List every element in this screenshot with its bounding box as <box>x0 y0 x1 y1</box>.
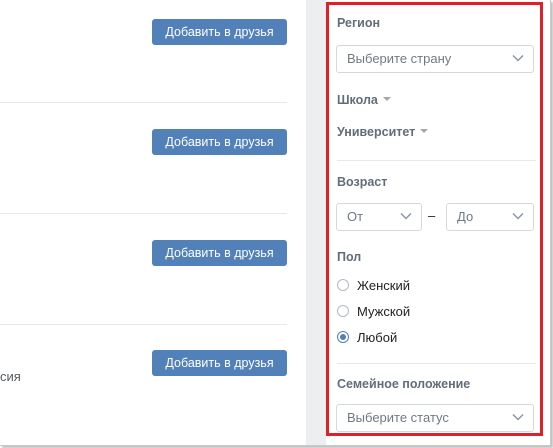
radio-label: Мужской <box>357 303 411 319</box>
radio-button[interactable] <box>337 305 349 317</box>
marital-status-select[interactable]: Выберите статус <box>336 404 534 432</box>
add-friend-button[interactable]: Добавить в друзья <box>152 240 287 266</box>
age-from-select[interactable]: От <box>336 203 422 231</box>
region-label: Регион <box>337 16 381 30</box>
school-toggle[interactable]: Школа <box>337 93 391 107</box>
add-friend-button[interactable]: Добавить в друзья <box>152 129 287 155</box>
search-filters-panel: Регион Выберите страну Школа Университет… <box>326 0 550 445</box>
panel-gap <box>306 0 326 445</box>
marital-status-label: Семейное положение <box>337 377 471 391</box>
university-toggle[interactable]: Университет <box>337 125 429 139</box>
window-frame: Добавить в друзья Добавить в друзья Доба… <box>0 0 551 446</box>
country-select[interactable]: Выберите страну <box>336 45 534 73</box>
age-to-value: До <box>457 209 474 224</box>
section-divider <box>337 160 536 161</box>
country-select-placeholder: Выберите страну <box>347 51 452 66</box>
radio-label: Любой <box>357 329 398 345</box>
caret-down-icon <box>420 128 429 133</box>
add-friend-button[interactable]: Добавить в друзья <box>152 19 287 45</box>
chevron-down-icon <box>400 212 412 220</box>
section-divider <box>337 363 536 364</box>
row-divider <box>0 102 287 103</box>
school-label: Школа <box>337 93 378 107</box>
gender-option-any[interactable]: Любой <box>337 329 397 345</box>
chevron-down-icon <box>512 212 524 220</box>
marital-status-placeholder: Выберите статус <box>347 410 449 425</box>
caret-down-icon <box>382 96 391 101</box>
radio-label: Женский <box>357 277 410 293</box>
chevron-down-icon <box>512 413 524 421</box>
result-info-text: сия <box>0 369 21 384</box>
age-label: Возраст <box>337 175 388 189</box>
result-row: Добавить в друзья сия <box>0 325 287 435</box>
age-to-select[interactable]: До <box>446 203 534 231</box>
age-from-value: От <box>347 209 364 224</box>
add-friend-button[interactable]: Добавить в друзья <box>152 350 287 376</box>
university-label: Университет <box>337 125 416 139</box>
gender-option-male[interactable]: Мужской <box>337 303 410 319</box>
gender-label: Пол <box>337 250 362 264</box>
radio-button[interactable] <box>337 279 349 291</box>
age-range-separator: – <box>428 208 436 223</box>
gender-option-female[interactable]: Женский <box>337 277 410 293</box>
chevron-down-icon <box>512 54 524 62</box>
row-divider <box>0 213 287 214</box>
radio-button-selected[interactable] <box>337 331 349 343</box>
search-results-panel: Добавить в друзья Добавить в друзья Доба… <box>0 0 306 445</box>
